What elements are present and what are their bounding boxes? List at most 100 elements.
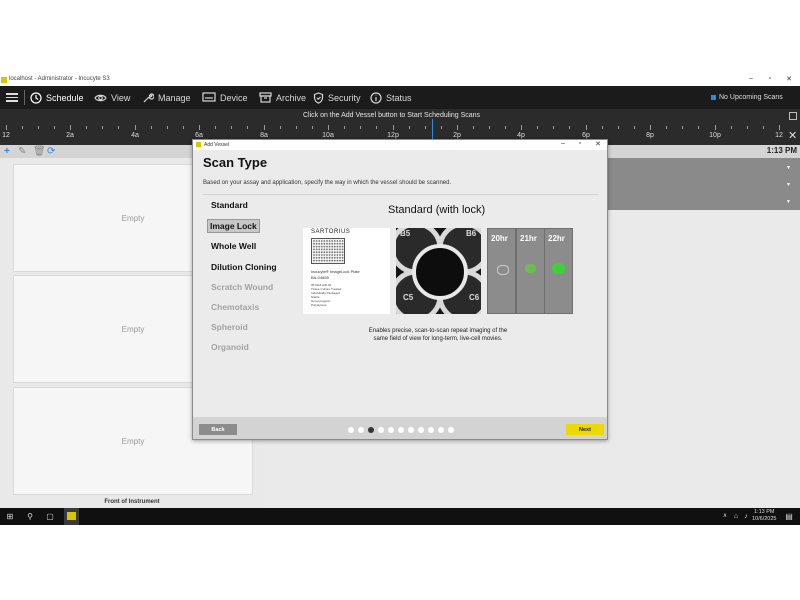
schedule-header-block <box>606 158 800 210</box>
nav-device[interactable]: Device <box>202 86 248 109</box>
triangle-down-icon: ▼ <box>786 165 791 171</box>
timeline-tick-label: 12 <box>2 132 10 139</box>
timeline-minor-tick <box>247 126 248 129</box>
nav-schedule[interactable]: Schedule <box>30 86 84 109</box>
timeline-minor-tick <box>167 126 168 129</box>
front-of-instrument-label: Front of Instrument <box>104 499 160 505</box>
timeline-minor-tick <box>537 126 538 129</box>
minimize-button[interactable]: – <box>744 75 758 82</box>
hamburger-menu-icon[interactable] <box>6 91 18 103</box>
scan-type-spheroid: Spheroid <box>211 322 248 332</box>
timeline-tick <box>650 125 651 130</box>
timeline-tick <box>6 125 7 130</box>
close-button[interactable]: ✕ <box>782 75 796 83</box>
nav-view[interactable]: View <box>94 86 130 109</box>
timeline-minor-tick <box>118 126 119 129</box>
refresh-icon[interactable]: ⟳ <box>47 145 55 158</box>
nav-security[interactable]: Security <box>313 86 361 109</box>
dialog-subtitle: Based on your assay and application, spe… <box>203 180 452 186</box>
nav-status[interactable]: Status <box>370 86 412 109</box>
dialog-maximize-button[interactable]: ▫ <box>574 140 586 147</box>
scan-type-standard[interactable]: Standard <box>209 199 250 211</box>
timeline-tick <box>264 125 265 130</box>
dialog-close-button[interactable]: ✕ <box>592 140 604 148</box>
slot-empty-label: Empty <box>121 436 145 446</box>
timeline-minor-tick <box>489 126 490 129</box>
taskbar-clock[interactable]: 1:13 PM 10/6/2025 <box>752 509 776 523</box>
add-vessel-icon[interactable]: + <box>4 145 10 158</box>
timeline-tick-label: 10p <box>709 132 721 139</box>
chevron-up-icon[interactable]: ∧ <box>720 508 730 525</box>
scan-type-description: Enables precise, scan-to-scan repeat ima… <box>353 327 523 343</box>
step-dot <box>368 427 374 433</box>
timeline-minor-tick <box>102 126 103 129</box>
step-dot <box>418 427 424 433</box>
search-icon[interactable]: ⚲ <box>24 508 36 525</box>
scan-type-dilution-cloning[interactable]: Dilution Cloning <box>209 261 279 273</box>
timeline-tick <box>779 125 780 130</box>
calendar-icon[interactable] <box>789 112 797 120</box>
eye-icon <box>94 94 107 101</box>
timeline-minor-tick <box>54 126 55 129</box>
slot-empty-label: Empty <box>121 213 145 223</box>
close-timeline-icon[interactable]: ✕ <box>788 129 797 142</box>
shield-icon <box>313 91 324 104</box>
dialog-title: Add Vessel <box>204 142 230 148</box>
network-icon[interactable]: ⌂ <box>731 508 741 525</box>
dialog-minimize-button[interactable]: – <box>557 140 569 147</box>
notification-icon[interactable]: ▤ <box>783 508 795 525</box>
product-name: Incucyte® ImageLock Plate <box>311 269 360 274</box>
timeline-minor-tick <box>312 126 313 129</box>
timeline-minor-tick <box>38 126 39 129</box>
timeline-tick-label: 2a <box>66 132 74 139</box>
main-nav-bar: Schedule View Manage Device Archive Secu… <box>0 86 800 109</box>
well-label: C6 <box>469 293 480 302</box>
nav-archive-label: Archive <box>276 92 307 103</box>
back-button[interactable]: Back <box>199 424 237 435</box>
dialog-footer: Back Next <box>193 417 607 439</box>
timeline-tick-label: 6p <box>582 132 590 139</box>
delete-vessel-icon[interactable]: 🗑 <box>33 145 46 158</box>
scan-type-image-lock[interactable]: Image Lock <box>207 219 260 233</box>
taskbar-app-incucyte[interactable] <box>64 508 79 525</box>
product-bullet: Polystyrene <box>311 303 327 307</box>
nav-manage-label: Manage <box>158 92 191 103</box>
add-vessel-dialog: Add Vessel – ▫ ✕ Scan Type Based on your… <box>192 139 608 440</box>
nav-device-label: Device <box>220 92 248 103</box>
nav-status-label: Status <box>386 92 412 103</box>
timeline-minor-tick <box>602 126 603 129</box>
frame-time-label: 22hr <box>548 234 565 243</box>
timeline-minor-tick <box>473 126 474 129</box>
timeline-minor-tick <box>618 126 619 129</box>
step-dot <box>448 427 454 433</box>
next-button[interactable]: Next <box>566 424 604 435</box>
well-label: B6 <box>466 229 477 238</box>
step-dot <box>428 427 434 433</box>
edit-vessel-icon[interactable]: ✎ <box>18 145 26 158</box>
product-code: BA-04855 <box>311 275 329 280</box>
timeline-minor-tick <box>409 126 410 129</box>
slot-empty-label: Empty <box>121 324 145 334</box>
clock-icon <box>30 91 42 104</box>
triangle-down-icon: ▼ <box>786 199 791 205</box>
volume-icon[interactable]: ♪ <box>741 508 751 525</box>
window-title: localhost - Administrator - Incucyte S3 <box>9 76 110 82</box>
dialog-heading: Scan Type <box>203 155 268 170</box>
windows-start-icon[interactable]: ⊞ <box>4 508 16 525</box>
timelapse-frame: 21hr <box>517 229 544 313</box>
product-bullets: 96-Well with lid Tissue Culture Treated … <box>311 283 341 307</box>
scan-type-whole-well[interactable]: Whole Well <box>209 240 258 252</box>
timeline-tick-label: 2p <box>453 132 461 139</box>
timeline-tick <box>521 125 522 130</box>
timeline-minor-tick <box>296 126 297 129</box>
dialog-titlebar: Add Vessel – ▫ ✕ <box>193 140 607 150</box>
maximize-button[interactable]: ▫ <box>763 75 777 82</box>
task-view-icon[interactable]: ▢ <box>44 508 56 525</box>
timeline-tick <box>199 125 200 130</box>
nav-archive[interactable]: Archive <box>259 86 306 109</box>
upcoming-scans-indicator[interactable]: No Upcoming Scans <box>711 86 783 109</box>
nav-manage[interactable]: Manage <box>142 86 191 109</box>
well-label: B5 <box>400 229 411 238</box>
timeline-minor-tick <box>360 126 361 129</box>
description-line: Enables precise, scan-to-scan repeat ima… <box>368 328 508 334</box>
